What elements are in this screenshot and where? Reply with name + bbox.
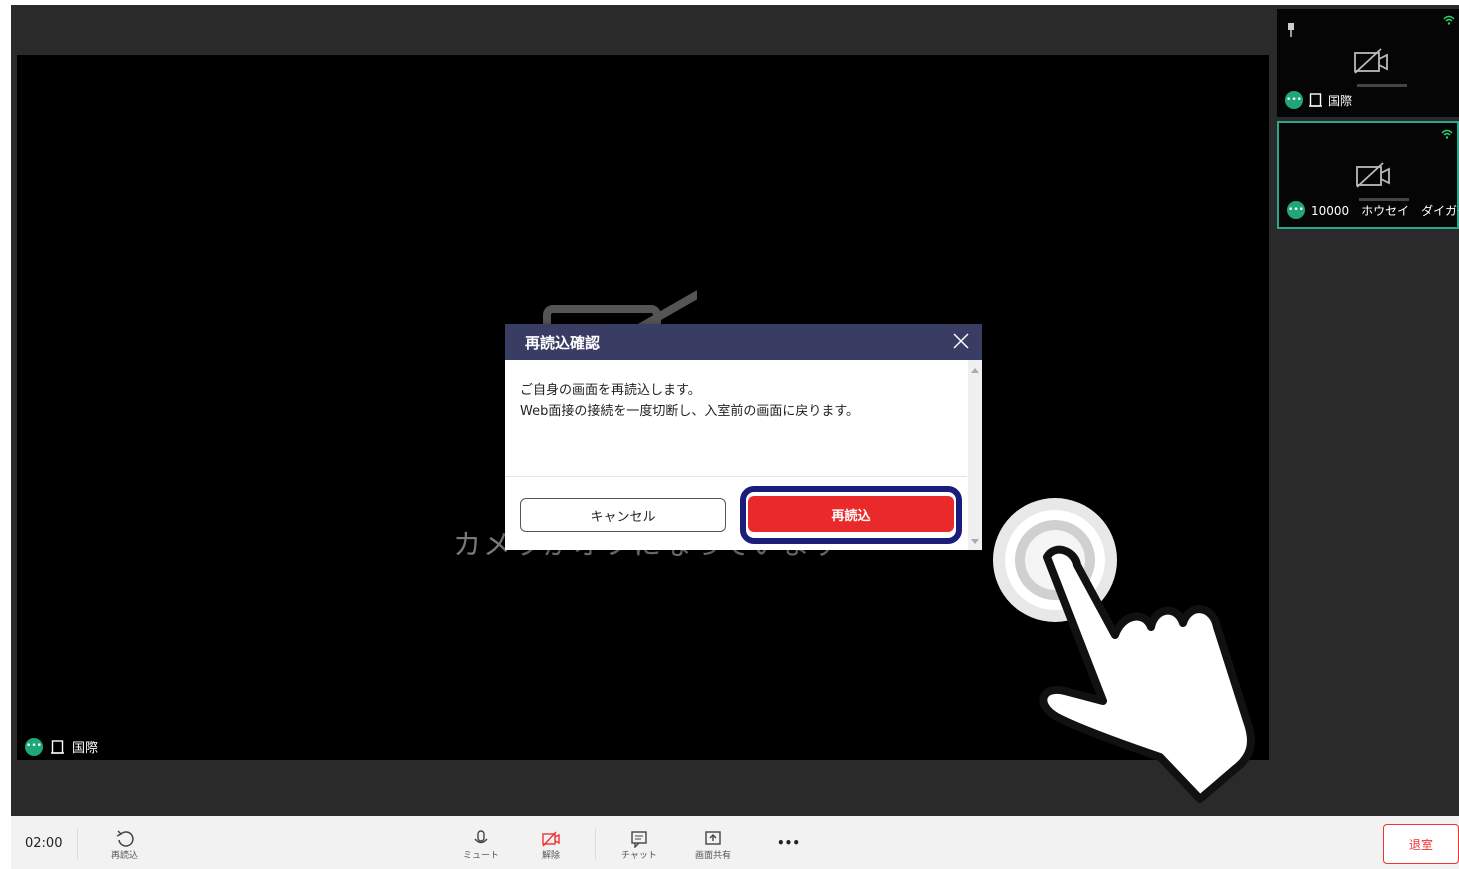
scroll-up-icon[interactable] [971,368,979,373]
dialog-title: 再読込確認 [525,333,601,352]
reload-label: 再読込 [111,851,139,861]
chat-icon [631,831,647,848]
mute-button[interactable]: ミュート [463,830,499,861]
reload-icon [116,830,134,847]
mic-icon [474,830,488,844]
pointing-hand-icon [993,498,1255,803]
building-icon [51,739,64,754]
reload-confirm-button[interactable]: 再読込 [748,496,954,532]
share-screen-button[interactable]: 画面共有 [695,830,731,861]
video-toggle-button[interactable]: 解除 [541,830,561,861]
toolbar-divider [595,828,596,860]
tile-label: ••• 10000 ホウセイ ダイガク [1287,201,1459,219]
main-participant-name: 国際 [72,741,99,756]
status-dots-icon[interactable]: ••• [1285,91,1303,109]
camera-off-icon [1354,48,1388,74]
wifi-icon [1443,15,1455,25]
mute-label: ミュート [463,851,500,861]
wifi-icon [1441,129,1453,139]
participant-tile-2[interactable]: ••• 10000 ホウセイ ダイガク [1277,121,1459,229]
camera-off-caption [1357,84,1407,87]
share-screen-icon [705,831,721,845]
tile-name: 国際 [1328,93,1353,108]
leave-button[interactable]: 退室 [1383,824,1459,864]
dialog-divider [505,476,967,477]
participant-tile-1[interactable]: ••• 国際 [1277,9,1459,117]
elapsed-timer: 02:00 [25,836,63,851]
camera-off-icon [542,831,560,847]
reload-confirm-dialog: 再読込確認 ご自身の画面を再読込します。 Web面接の接続を一度切断し、入室前の… [505,324,982,550]
bottom-toolbar: 02:00 再読込 ミュート 解除 チャット 画面共有 ••• 退室 [11,816,1459,869]
dialog-message-line-2: Web面接の接続を一度切断し、入室前の画面に戻ります。 [520,404,860,419]
cancel-button[interactable]: キャンセル [520,498,726,532]
tile-name: 10000 ホウセイ ダイガク [1311,203,1459,218]
video-label: 解除 [541,851,560,861]
close-icon[interactable] [950,330,972,352]
status-dots-icon[interactable]: ••• [1287,201,1305,219]
dialog-message-line-1: ご自身の画面を再読込します。 [520,383,701,398]
main-participant-label: ••• 国際 [25,737,98,756]
chat-button[interactable]: チャット [621,830,657,861]
dialog-message: ご自身の画面を再読込します。 Web面接の接続を一度切断し、入室前の画面に戻りま… [505,360,982,478]
share-label: 画面共有 [695,851,732,861]
scroll-down-icon[interactable] [971,539,979,544]
camera-off-icon [1356,162,1390,188]
status-dots-icon[interactable]: ••• [25,737,43,756]
dialog-scrollbar[interactable] [968,360,982,550]
more-button[interactable]: ••• [777,836,800,850]
dialog-header: 再読込確認 [505,324,982,360]
more-icon: ••• [777,836,801,850]
toolbar-divider [77,828,78,860]
building-icon [1309,93,1322,107]
reload-button[interactable]: 再読込 [111,830,138,861]
chat-label: チャット [621,851,657,861]
tile-label: ••• 国際 [1285,91,1352,109]
pin-icon[interactable] [1287,23,1295,37]
